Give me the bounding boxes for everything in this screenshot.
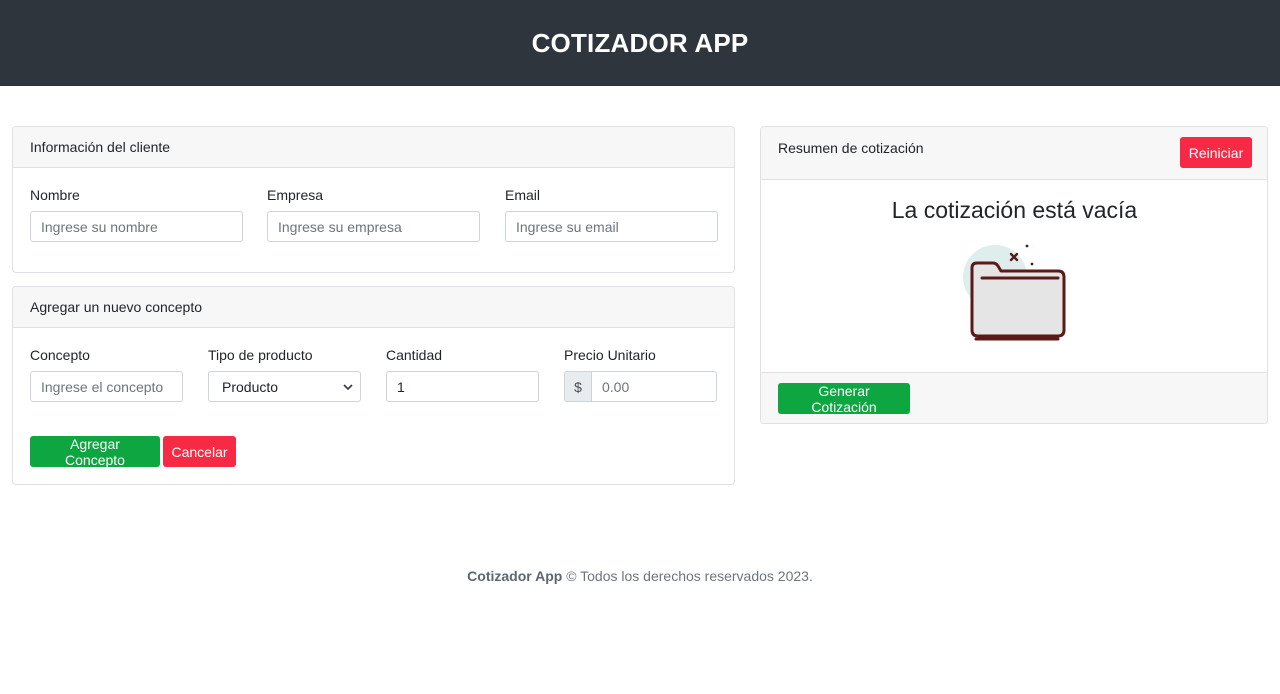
product-type-select[interactable]: Producto <box>208 371 361 402</box>
quantity-input[interactable] <box>386 371 539 402</box>
company-label: Empresa <box>267 187 324 203</box>
generate-quote-button[interactable]: Generar Cotización <box>778 383 910 415</box>
email-label: Email <box>505 187 541 203</box>
unit-price-input[interactable] <box>591 371 717 402</box>
client-info-title: Información del cliente <box>30 139 171 155</box>
client-info-card: Información del cliente Nombre Empresa E… <box>12 126 735 273</box>
reset-button[interactable]: Reiniciar <box>1180 137 1252 168</box>
add-concept-button[interactable]: Agregar Concepto <box>30 436 160 468</box>
name-input[interactable] <box>30 211 243 242</box>
chevron-down-icon <box>343 384 353 391</box>
new-concept-title: Agregar un nuevo concepto <box>30 299 203 315</box>
new-concept-card-header: Agregar un nuevo concepto <box>13 287 734 328</box>
empty-folder-icon <box>963 244 1066 341</box>
new-concept-card: Agregar un nuevo concepto Concepto Tipo … <box>12 286 735 485</box>
footer-copyright: © Todos los derechos reservados 2023. <box>566 568 813 584</box>
company-input[interactable] <box>267 211 480 242</box>
concept-input[interactable] <box>30 371 183 402</box>
client-info-card-header: Información del cliente <box>13 127 734 168</box>
unit-price-label: Precio Unitario <box>564 347 656 363</box>
concept-label: Concepto <box>30 347 90 363</box>
app-header: COTIZADOR APP <box>0 0 1280 86</box>
product-type-selected: Producto <box>222 378 279 395</box>
product-type-label: Tipo de producto <box>208 347 313 363</box>
quote-summary-card: Resumen de cotización Reiniciar La cotiz… <box>760 126 1268 424</box>
app-title: COTIZADOR APP <box>531 27 749 58</box>
cancel-button[interactable]: Cancelar <box>163 436 236 467</box>
email-input[interactable] <box>505 211 718 242</box>
name-label: Nombre <box>30 187 80 203</box>
quote-summary-title: Resumen de cotización <box>778 140 924 156</box>
currency-prefix: $ <box>564 371 592 402</box>
quantity-label: Cantidad <box>386 347 443 363</box>
footer-brand: Cotizador App <box>467 568 563 584</box>
page-footer: Cotizador App © Todos los derechos reser… <box>0 568 1280 584</box>
empty-quote-message: La cotización está vacía <box>891 197 1138 223</box>
